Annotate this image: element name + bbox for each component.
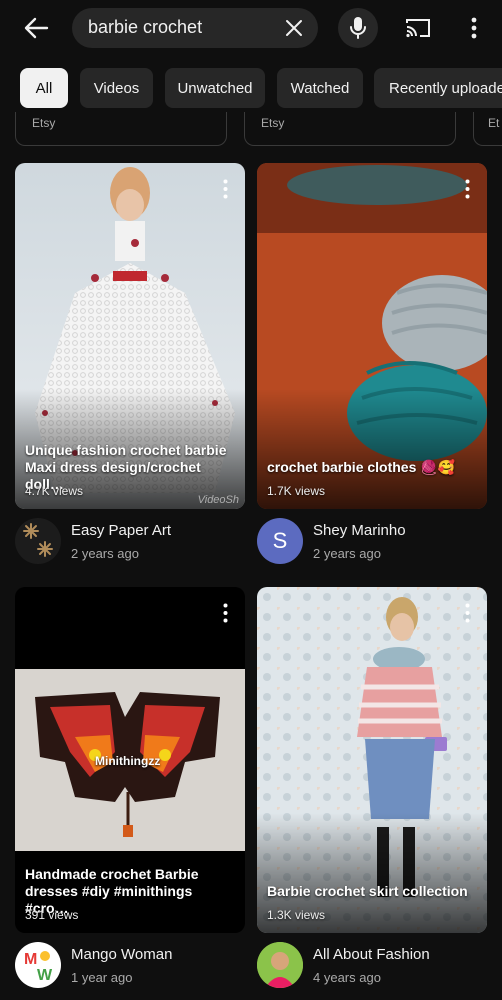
more-options-button[interactable]	[462, 12, 486, 44]
video-card[interactable]: Barbie crochet skirt collection 1.3K vie…	[257, 587, 487, 933]
snowflake-icon	[23, 523, 53, 557]
back-arrow-icon	[24, 17, 49, 39]
upload-age: 2 years ago	[71, 546, 139, 561]
partial-card[interactable]: Etsy	[15, 112, 227, 146]
channel-name[interactable]: Shey Marinho	[313, 522, 406, 539]
search-query-text: barbie crochet	[88, 17, 203, 37]
card-more-button[interactable]	[217, 177, 233, 201]
more-vert-icon	[223, 179, 227, 199]
svg-text:W: W	[37, 967, 53, 984]
clear-search-button[interactable]	[282, 16, 306, 40]
channel-avatar[interactable]: M W	[15, 942, 61, 988]
channel-name[interactable]: Easy Paper Art	[71, 522, 171, 539]
top-search-bar: barbie crochet	[0, 0, 502, 58]
channel-name[interactable]: Mango Woman	[71, 946, 172, 963]
search-input[interactable]: barbie crochet	[72, 8, 318, 48]
video-views: 1.7K views	[267, 484, 326, 498]
microphone-icon	[350, 17, 366, 39]
person-photo-icon	[257, 942, 303, 988]
video-views: 4.7K views	[25, 484, 84, 498]
cast-button[interactable]	[402, 12, 434, 44]
card-more-button[interactable]	[459, 601, 475, 625]
video-title: Barbie crochet skirt collection	[267, 883, 468, 899]
chip-recently-uploaded[interactable]: Recently uploaded	[374, 68, 502, 108]
thumbnail-overlay-text: Minithingzz	[95, 754, 161, 768]
chip-all[interactable]: All	[20, 68, 68, 108]
card-more-button[interactable]	[459, 177, 475, 201]
upload-age: 2 years ago	[313, 546, 381, 561]
video-meta: S Shey Marinho 2 years ago	[257, 518, 487, 570]
video-watermark: VideoSh	[197, 494, 239, 506]
back-button[interactable]	[18, 10, 54, 46]
chip-videos[interactable]: Videos	[80, 68, 153, 108]
more-vert-icon	[465, 179, 469, 199]
chip-unwatched[interactable]: Unwatched	[165, 68, 265, 108]
filter-chips: All Videos Unwatched Watched Recently up…	[0, 68, 502, 110]
channel-avatar[interactable]	[257, 942, 303, 988]
upload-age: 4 years ago	[313, 970, 381, 985]
video-meta: M W Mango Woman 1 year ago	[15, 942, 245, 994]
partial-card-source: Et	[488, 116, 500, 130]
video-views: 1.3K views	[267, 908, 326, 922]
video-meta: All About Fashion 4 years ago	[257, 942, 487, 994]
video-title: crochet barbie clothes 🧶🥰	[267, 459, 456, 475]
video-views: 391 views	[25, 908, 79, 922]
svg-text:M: M	[24, 951, 37, 968]
cast-icon	[406, 19, 430, 38]
video-card[interactable]: crochet barbie clothes 🧶🥰 1.7K views	[257, 163, 487, 509]
video-meta: Easy Paper Art 2 years ago	[15, 518, 245, 570]
channel-name[interactable]: All About Fashion	[313, 946, 430, 963]
partial-card[interactable]: Et	[473, 112, 502, 146]
more-vert-icon	[223, 603, 227, 623]
more-vert-icon	[465, 603, 469, 623]
close-icon	[286, 20, 302, 36]
card-more-button[interactable]	[217, 601, 233, 625]
channel-avatar[interactable]	[15, 518, 61, 564]
channel-logo-icon: M W	[24, 951, 53, 984]
more-vert-icon	[471, 17, 477, 39]
partial-card-source: Etsy	[261, 116, 285, 130]
upload-age: 1 year ago	[71, 970, 133, 985]
partial-card[interactable]: Etsy	[244, 112, 456, 146]
channel-avatar[interactable]: S	[257, 518, 303, 564]
chip-watched[interactable]: Watched	[277, 68, 363, 108]
video-card[interactable]: Unique fashion crochet barbie Maxi dress…	[15, 163, 245, 509]
video-card[interactable]: Minithingzz Handmade crochet Barbie dres…	[15, 587, 245, 933]
voice-search-button[interactable]	[338, 8, 378, 48]
partial-card-source: Etsy	[32, 116, 56, 130]
